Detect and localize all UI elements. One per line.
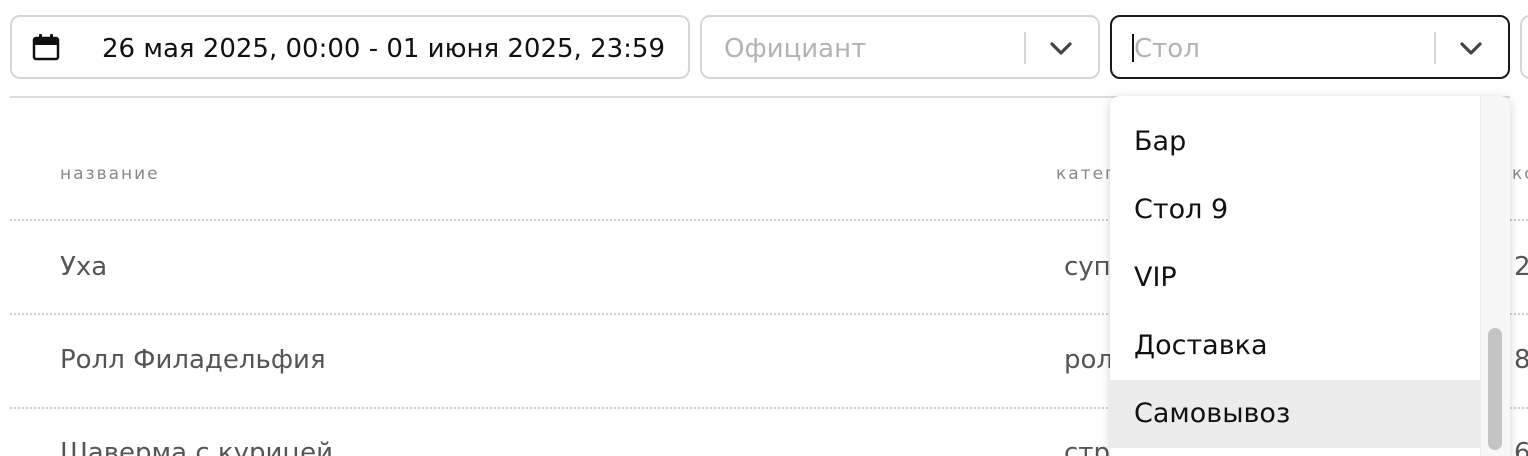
next-filter-edge[interactable] (1520, 15, 1528, 79)
dropdown-scroll-thumb[interactable] (1488, 328, 1502, 450)
report-page: 26 мая 2025, 00:00 - 01 июня 2025, 23:59… (0, 0, 1528, 456)
column-header-category: катег (1056, 164, 1116, 184)
dropdown-option[interactable]: Стол 9 (1110, 176, 1480, 244)
chevron-down-icon[interactable] (1048, 37, 1074, 59)
table-row-extra: 6 (1514, 438, 1528, 456)
table-select-input[interactable]: Стол (1134, 17, 1200, 77)
column-header-name: название (60, 164, 160, 184)
date-range-filter[interactable]: 26 мая 2025, 00:00 - 01 июня 2025, 23:59 (10, 15, 690, 79)
table-row-extra: 2 (1514, 252, 1528, 282)
table-row-category: рол (1064, 345, 1114, 375)
dropdown-option[interactable]: Доставка (1110, 312, 1480, 380)
table-select[interactable]: Стол (1110, 15, 1510, 79)
table-select-dropdown: Бар Стол 9 VIP Доставка Самовывоз (1110, 96, 1510, 456)
dropdown-option-highlighted[interactable]: Самовывоз (1110, 380, 1480, 448)
table-row-name: Ролл Филадельфия (60, 345, 326, 375)
column-header-extra: ко (1512, 164, 1528, 184)
waiter-placeholder: Официант (724, 34, 867, 64)
calendar-icon (32, 34, 60, 61)
dropdown-option[interactable]: VIP (1110, 244, 1480, 312)
table-row-extra: 8 (1514, 345, 1528, 375)
table-row-name: Уха (60, 252, 108, 282)
table-row-name: Шаверма с курицей (60, 438, 334, 456)
date-range-value: 26 мая 2025, 00:00 - 01 июня 2025, 23:59 (102, 34, 665, 64)
select-separator (1434, 32, 1436, 64)
table-row-category: стр (1064, 438, 1110, 456)
select-separator (1024, 32, 1026, 64)
chevron-down-icon[interactable] (1458, 37, 1484, 59)
dropdown-option[interactable]: Бар (1110, 108, 1480, 176)
waiter-select[interactable]: Официант (700, 15, 1100, 79)
table-row-category: суп (1064, 252, 1111, 282)
